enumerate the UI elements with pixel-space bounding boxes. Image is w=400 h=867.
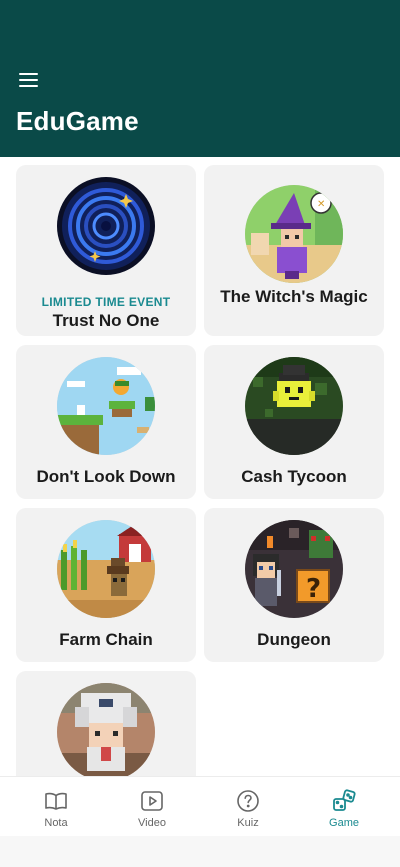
- pixel-dungeon-image: ?: [245, 520, 343, 618]
- game-thumbnail: ?: [245, 520, 343, 618]
- nav-label: Nota: [44, 817, 68, 829]
- game-card-cash-tycoon[interactable]: Cash Tycoon: [204, 345, 384, 499]
- question-circle-icon: [236, 789, 260, 813]
- svg-text:?: ?: [306, 574, 321, 604]
- game-card-witchs-magic[interactable]: ✕ The Witch's Magic: [204, 165, 384, 336]
- hamburger-menu-icon[interactable]: [18, 70, 40, 90]
- game-card-chef[interactable]: [16, 671, 196, 776]
- game-thumbnail: ✕: [245, 185, 343, 283]
- app-bar: EduGame: [0, 0, 400, 157]
- game-card-farm-chain[interactable]: Farm Chain: [16, 508, 196, 662]
- pixel-cliff-image: [57, 357, 155, 455]
- bottom-navigation: Nota Video Kuiz Game: [0, 776, 400, 837]
- event-badge: LIMITED TIME EVENT: [41, 295, 171, 309]
- nav-item-nota[interactable]: Nota: [6, 777, 106, 837]
- game-title: Dungeon: [257, 630, 331, 649]
- game-title: Cash Tycoon: [241, 467, 347, 486]
- nav-label: Game: [329, 817, 359, 829]
- pixel-blob-image: [245, 357, 343, 455]
- nav-label: Kuiz: [237, 817, 259, 829]
- system-navigation-bar: [0, 836, 400, 867]
- play-video-icon: [140, 789, 164, 813]
- pixel-farm-image: [57, 520, 155, 618]
- game-thumbnail: [57, 520, 155, 618]
- game-thumbnail: [57, 357, 155, 455]
- svg-text:✕: ✕: [317, 199, 325, 210]
- nav-item-kuiz[interactable]: Kuiz: [198, 777, 298, 837]
- pixel-witch-image: ✕: [245, 185, 343, 283]
- game-card-trust-no-one[interactable]: LIMITED TIME EVENT Trust No One: [16, 165, 196, 336]
- vortex-portal-image: [57, 177, 155, 275]
- game-title: Don't Look Down: [36, 467, 176, 486]
- game-thumbnail: [245, 357, 343, 455]
- dice-game-icon: [332, 789, 356, 813]
- game-thumbnail: [57, 177, 155, 275]
- page-title: EduGame: [16, 106, 139, 136]
- nav-label: Video: [138, 817, 166, 829]
- game-card-dont-look-down[interactable]: Don't Look Down: [16, 345, 196, 499]
- game-thumbnail: [57, 683, 155, 776]
- pixel-chef-image: [57, 683, 155, 776]
- game-card-dungeon[interactable]: ? Dungeon: [204, 508, 384, 662]
- game-title: Trust No One: [52, 311, 160, 330]
- open-book-icon: [44, 789, 68, 813]
- nav-item-game[interactable]: Game: [294, 777, 394, 837]
- nav-item-video[interactable]: Video: [102, 777, 202, 837]
- game-title: Farm Chain: [59, 630, 153, 649]
- game-grid: LIMITED TIME EVENT Trust No One ✕ The Wi…: [0, 157, 400, 776]
- game-title: The Witch's Magic: [220, 287, 368, 306]
